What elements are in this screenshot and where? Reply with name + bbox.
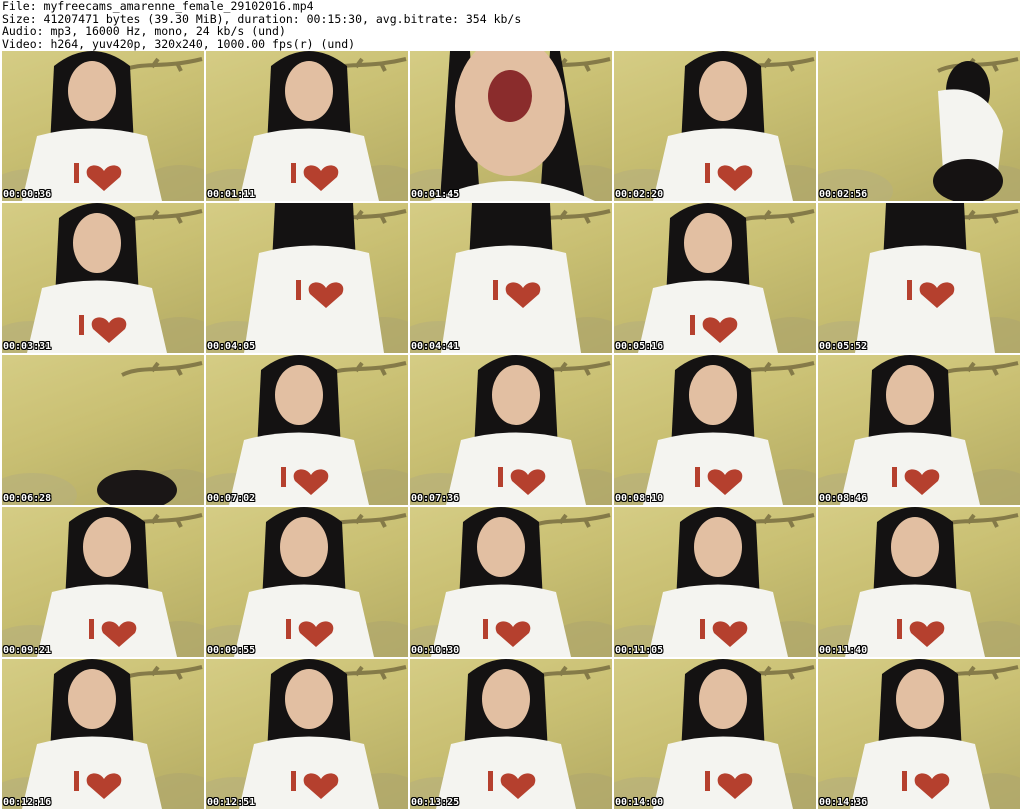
- thumbnail-timestamp: 00:01:11: [207, 189, 256, 200]
- thumbnail-timestamp: 00:03:31: [3, 341, 52, 352]
- thumbnail-frame-image: [206, 203, 408, 353]
- thumbnail-frame-image: [2, 507, 204, 657]
- thumbnail-frame-image: [2, 51, 204, 201]
- video-thumbnail: 00:02:56: [818, 51, 1020, 201]
- thumbnail-frame-image: [410, 51, 612, 201]
- thumbnail-timestamp: 00:10:30: [411, 645, 460, 656]
- video-info-line: Video: h264, yuv420p, 320x240, 1000.00 f…: [2, 36, 356, 51]
- thumbnail-frame-image: [818, 507, 1020, 657]
- video-thumbnail: 00:03:31: [2, 203, 204, 353]
- thumbnail-timestamp: 00:14:00: [615, 797, 664, 808]
- video-thumbnail: 00:09:21: [2, 507, 204, 657]
- video-thumbnail: 00:01:11: [206, 51, 408, 201]
- thumbnail-timestamp: 00:09:21: [3, 645, 52, 656]
- thumbnail-frame-image: [614, 51, 816, 201]
- thumbnail-frame-image: [206, 507, 408, 657]
- thumbnail-frame-image: [206, 51, 408, 201]
- thumbnail-frame-image: [410, 355, 612, 505]
- thumbnail-timestamp: 00:02:20: [615, 189, 664, 200]
- thumbnail-timestamp: 00:01:45: [411, 189, 460, 200]
- thumbnail-frame-image: [410, 203, 612, 353]
- thumbnail-timestamp: 00:00:36: [3, 189, 52, 200]
- thumbnail-timestamp: 00:05:52: [819, 341, 868, 352]
- thumbnail-timestamp: 00:02:56: [819, 189, 868, 200]
- thumbnail-timestamp: 00:09:55: [207, 645, 256, 656]
- thumbnail-frame-image: [410, 659, 612, 809]
- video-thumbnail: 00:04:05: [206, 203, 408, 353]
- thumbnail-grid: 00:00:36 00:01:11 00:01:45 00:02:20 00:02:56…: [2, 51, 1020, 809]
- video-thumbnail: 00:05:16: [614, 203, 816, 353]
- thumbnail-frame-image: [410, 507, 612, 657]
- video-thumbnail: 00:04:41: [410, 203, 612, 353]
- video-thumbnail: 00:11:05: [614, 507, 816, 657]
- video-thumbnail: 00:01:45: [410, 51, 612, 201]
- thumbnail-timestamp: 00:12:51: [207, 797, 256, 808]
- thumbnail-frame-image: [614, 659, 816, 809]
- video-thumbnail: 00:02:20: [614, 51, 816, 201]
- thumbnail-frame-image: [2, 659, 204, 809]
- thumbnail-timestamp: 00:07:02: [207, 493, 256, 504]
- thumbnail-timestamp: 00:12:16: [3, 797, 52, 808]
- thumbnail-timestamp: 00:14:36: [819, 797, 868, 808]
- thumbnail-frame-image: [614, 203, 816, 353]
- video-thumbnail: 00:14:36: [818, 659, 1020, 809]
- video-thumbnail: 00:00:36: [2, 51, 204, 201]
- video-thumbnail: 00:10:30: [410, 507, 612, 657]
- thumbnail-frame-image: [2, 203, 204, 353]
- video-thumbnail: 00:14:00: [614, 659, 816, 809]
- video-thumbnail: 00:09:55: [206, 507, 408, 657]
- thumbnail-timestamp: 00:07:36: [411, 493, 460, 504]
- thumbnail-timestamp: 00:08:10: [615, 493, 664, 504]
- thumbnail-frame-image: [614, 355, 816, 505]
- thumbnail-frame-image: [818, 203, 1020, 353]
- thumbnail-timestamp: 00:06:28: [3, 493, 52, 504]
- video-thumbnail: 00:06:28: [2, 355, 204, 505]
- video-thumbnail: 00:08:46: [818, 355, 1020, 505]
- thumbnail-timestamp: 00:11:05: [615, 645, 664, 656]
- video-thumbnail: 00:13:25: [410, 659, 612, 809]
- video-thumbnail: 00:07:02: [206, 355, 408, 505]
- thumbnail-frame-image: [206, 659, 408, 809]
- audio-info-line: Audio: mp3, 16000 Hz, mono, 24 kb/s (und…: [2, 24, 286, 38]
- thumbnail-timestamp: 00:11:40: [819, 645, 868, 656]
- video-thumbnail: 00:12:51: [206, 659, 408, 809]
- contact-sheet: File: myfreecams_amarenne_female_2910201…: [0, 0, 1024, 811]
- file-info-header: File: myfreecams_amarenne_female_2910201…: [2, 0, 1020, 50]
- video-thumbnail: 00:11:40: [818, 507, 1020, 657]
- file-name-line: File: myfreecams_amarenne_female_2910201…: [2, 0, 314, 13]
- thumbnail-frame-image: [614, 507, 816, 657]
- thumbnail-timestamp: 00:08:46: [819, 493, 868, 504]
- thumbnail-frame-image: [818, 51, 1020, 201]
- thumbnail-timestamp: 00:13:25: [411, 797, 460, 808]
- video-thumbnail: 00:05:52: [818, 203, 1020, 353]
- thumbnail-frame-image: [818, 355, 1020, 505]
- thumbnail-frame-image: [818, 659, 1020, 809]
- thumbnail-frame-image: [2, 355, 204, 505]
- thumbnail-timestamp: 00:05:16: [615, 341, 664, 352]
- thumbnail-frame-image: [206, 355, 408, 505]
- video-thumbnail: 00:08:10: [614, 355, 816, 505]
- thumbnail-timestamp: 00:04:05: [207, 341, 256, 352]
- thumbnail-timestamp: 00:04:41: [411, 341, 460, 352]
- video-thumbnail: 00:07:36: [410, 355, 612, 505]
- video-thumbnail: 00:12:16: [2, 659, 204, 809]
